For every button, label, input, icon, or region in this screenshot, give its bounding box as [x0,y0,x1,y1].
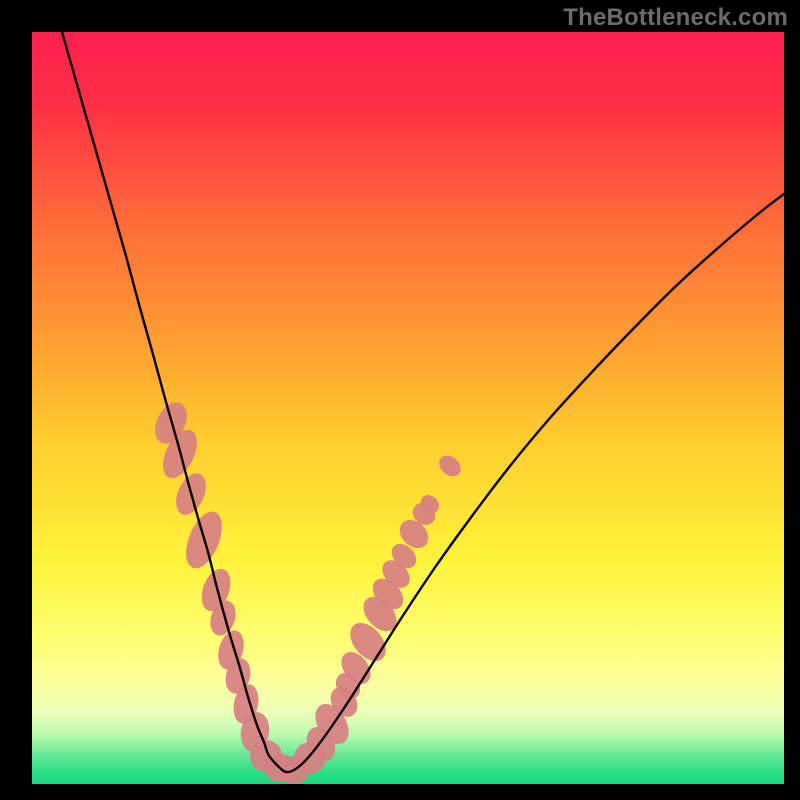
outer-frame: TheBottleneck.com [0,0,800,800]
marker-cluster-group [149,397,465,784]
bottleneck-curve [62,32,784,772]
curve-marker [435,451,465,480]
chart-svg [32,32,784,784]
plot-area [32,32,784,784]
watermark-text: TheBottleneck.com [563,4,788,32]
